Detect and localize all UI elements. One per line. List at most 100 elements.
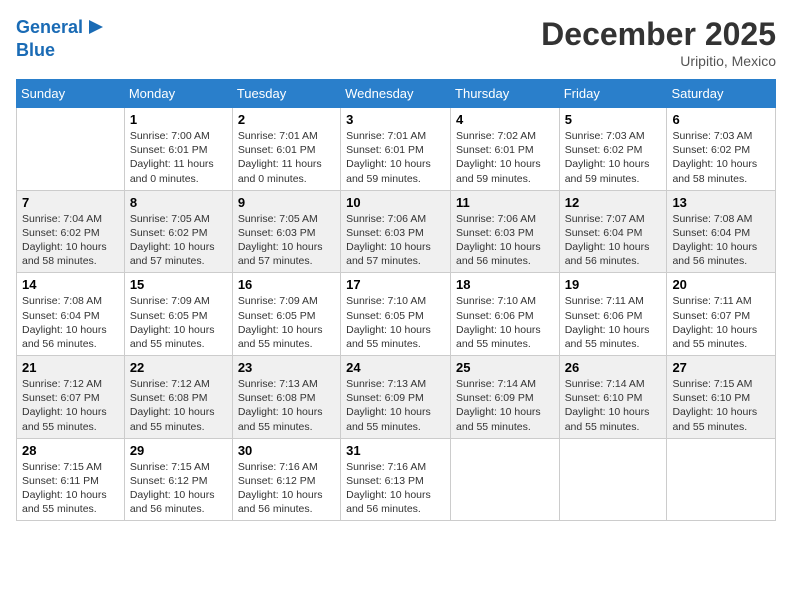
day-info: Sunrise: 7:14 AMSunset: 6:09 PMDaylight:… [456, 377, 554, 434]
day-cell: 6Sunrise: 7:03 AMSunset: 6:02 PMDaylight… [667, 108, 776, 191]
header-tuesday: Tuesday [232, 80, 340, 108]
day-number: 20 [672, 277, 770, 292]
header-wednesday: Wednesday [341, 80, 451, 108]
day-info: Sunrise: 7:16 AMSunset: 6:12 PMDaylight:… [238, 460, 335, 517]
day-cell: 17Sunrise: 7:10 AMSunset: 6:05 PMDayligh… [341, 273, 451, 356]
day-cell: 10 Sunrise: 7:06 AMSunset: 6:03 PMDayligh… [341, 190, 451, 273]
day-info: Sunrise: 7:10 AMSunset: 6:06 PMDaylight:… [456, 294, 554, 351]
day-cell: 22 Sunrise: 7:12 AMSunset: 6:08 PMDayligh… [124, 356, 232, 439]
day-number: 22 [130, 360, 227, 375]
header-friday: Friday [559, 80, 667, 108]
day-info: Sunrise: 7:08 AMSunset: 6:04 PMDaylight:… [672, 212, 770, 269]
calendar-table: Sunday Monday Tuesday Wednesday Thursday… [16, 79, 776, 521]
day-number: 2 [238, 112, 335, 127]
day-number: 18 [456, 277, 554, 292]
page-header: General Blue December 2025 Uripitio, Mex… [16, 16, 776, 69]
week-row-3: 14Sunrise: 7:08 AMSunset: 6:04 PMDayligh… [17, 273, 776, 356]
logo-text-line2: Blue [16, 41, 105, 61]
day-cell: 8 Sunrise: 7:05 AMSunset: 6:02 PMDaylight… [124, 190, 232, 273]
day-cell: 12Sunrise: 7:07 AMSunset: 6:04 PMDayligh… [559, 190, 667, 273]
day-cell [17, 108, 125, 191]
day-number: 28 [22, 443, 119, 458]
day-info: Sunrise: 7:03 AMSunset: 6:02 PMDaylight:… [672, 129, 770, 186]
day-cell: 28 Sunrise: 7:15 AMSunset: 6:11 PMDayligh… [17, 438, 125, 521]
day-info: Sunrise: 7:05 AMSunset: 6:03 PMDaylight:… [238, 212, 335, 269]
day-cell: 15Sunrise: 7:09 AMSunset: 6:05 PMDayligh… [124, 273, 232, 356]
day-cell: 5Sunrise: 7:03 AMSunset: 6:02 PMDaylight… [559, 108, 667, 191]
day-cell: 3 Sunrise: 7:01 AMSunset: 6:01 PMDaylight… [341, 108, 451, 191]
day-info: Sunrise: 7:02 AMSunset: 6:01 PMDaylight:… [456, 129, 554, 186]
day-cell: 20 Sunrise: 7:11 AMSunset: 6:07 PMDayligh… [667, 273, 776, 356]
day-cell: 23 Sunrise: 7:13 AMSunset: 6:08 PMDayligh… [232, 356, 340, 439]
week-row-5: 28 Sunrise: 7:15 AMSunset: 6:11 PMDayligh… [17, 438, 776, 521]
day-cell: 30 Sunrise: 7:16 AMSunset: 6:12 PMDayligh… [232, 438, 340, 521]
day-cell: 31 Sunrise: 7:16 AMSunset: 6:13 PMDayligh… [341, 438, 451, 521]
day-number: 17 [346, 277, 445, 292]
day-info: Sunrise: 7:13 AMSunset: 6:08 PMDaylight:… [238, 377, 335, 434]
month-title: December 2025 [541, 16, 776, 53]
day-number: 8 [130, 195, 227, 210]
day-number: 23 [238, 360, 335, 375]
day-cell: 7Sunrise: 7:04 AMSunset: 6:02 PMDaylight… [17, 190, 125, 273]
week-row-2: 7Sunrise: 7:04 AMSunset: 6:02 PMDaylight… [17, 190, 776, 273]
day-cell: 27 Sunrise: 7:15 AMSunset: 6:10 PMDayligh… [667, 356, 776, 439]
day-number: 21 [22, 360, 119, 375]
day-number: 14 [22, 277, 119, 292]
day-info: Sunrise: 7:16 AMSunset: 6:13 PMDaylight:… [346, 460, 445, 517]
day-cell: 29Sunrise: 7:15 AMSunset: 6:12 PMDayligh… [124, 438, 232, 521]
day-info: Sunrise: 7:11 AMSunset: 6:07 PMDaylight:… [672, 294, 770, 351]
day-number: 10 [346, 195, 445, 210]
header-row: Sunday Monday Tuesday Wednesday Thursday… [17, 80, 776, 108]
day-cell [451, 438, 560, 521]
day-number: 11 [456, 195, 554, 210]
day-number: 31 [346, 443, 445, 458]
day-cell: 4 Sunrise: 7:02 AMSunset: 6:01 PMDaylight… [451, 108, 560, 191]
day-info: Sunrise: 7:07 AMSunset: 6:04 PMDaylight:… [565, 212, 662, 269]
day-number: 30 [238, 443, 335, 458]
header-saturday: Saturday [667, 80, 776, 108]
day-cell [559, 438, 667, 521]
day-cell: 11 Sunrise: 7:06 AMSunset: 6:03 PMDayligh… [451, 190, 560, 273]
day-info: Sunrise: 7:12 AMSunset: 6:08 PMDaylight:… [130, 377, 227, 434]
day-cell: 24Sunrise: 7:13 AMSunset: 6:09 PMDayligh… [341, 356, 451, 439]
day-info: Sunrise: 7:05 AMSunset: 6:02 PMDaylight:… [130, 212, 227, 269]
day-info: Sunrise: 7:00 AMSunset: 6:01 PMDaylight:… [130, 129, 227, 186]
day-info: Sunrise: 7:01 AMSunset: 6:01 PMDaylight:… [238, 129, 335, 186]
day-number: 25 [456, 360, 554, 375]
day-number: 27 [672, 360, 770, 375]
day-number: 9 [238, 195, 335, 210]
week-row-4: 21 Sunrise: 7:12 AMSunset: 6:07 PMDayligh… [17, 356, 776, 439]
day-info: Sunrise: 7:03 AMSunset: 6:02 PMDaylight:… [565, 129, 662, 186]
day-number: 7 [22, 195, 119, 210]
day-cell: 2 Sunrise: 7:01 AMSunset: 6:01 PMDaylight… [232, 108, 340, 191]
day-info: Sunrise: 7:09 AMSunset: 6:05 PMDaylight:… [238, 294, 335, 351]
day-info: Sunrise: 7:14 AMSunset: 6:10 PMDaylight:… [565, 377, 662, 434]
day-info: Sunrise: 7:06 AMSunset: 6:03 PMDaylight:… [346, 212, 445, 269]
day-number: 15 [130, 277, 227, 292]
location: Uripitio, Mexico [541, 53, 776, 69]
header-sunday: Sunday [17, 80, 125, 108]
header-monday: Monday [124, 80, 232, 108]
day-number: 16 [238, 277, 335, 292]
day-cell: 19Sunrise: 7:11 AMSunset: 6:06 PMDayligh… [559, 273, 667, 356]
day-info: Sunrise: 7:13 AMSunset: 6:09 PMDaylight:… [346, 377, 445, 434]
logo: General Blue [16, 16, 105, 60]
day-number: 3 [346, 112, 445, 127]
day-info: Sunrise: 7:12 AMSunset: 6:07 PMDaylight:… [22, 377, 119, 434]
day-cell: 25 Sunrise: 7:14 AMSunset: 6:09 PMDayligh… [451, 356, 560, 439]
day-info: Sunrise: 7:15 AMSunset: 6:10 PMDaylight:… [672, 377, 770, 434]
day-number: 4 [456, 112, 554, 127]
day-number: 1 [130, 112, 227, 127]
day-cell: 1 Sunrise: 7:00 AMSunset: 6:01 PMDaylight… [124, 108, 232, 191]
week-row-1: 1 Sunrise: 7:00 AMSunset: 6:01 PMDaylight… [17, 108, 776, 191]
day-cell: 16 Sunrise: 7:09 AMSunset: 6:05 PMDayligh… [232, 273, 340, 356]
day-cell [667, 438, 776, 521]
day-info: Sunrise: 7:01 AMSunset: 6:01 PMDaylight:… [346, 129, 445, 186]
day-info: Sunrise: 7:15 AMSunset: 6:11 PMDaylight:… [22, 460, 119, 517]
day-number: 19 [565, 277, 662, 292]
day-cell: 26 Sunrise: 7:14 AMSunset: 6:10 PMDayligh… [559, 356, 667, 439]
day-number: 13 [672, 195, 770, 210]
day-info: Sunrise: 7:06 AMSunset: 6:03 PMDaylight:… [456, 212, 554, 269]
day-info: Sunrise: 7:15 AMSunset: 6:12 PMDaylight:… [130, 460, 227, 517]
day-number: 26 [565, 360, 662, 375]
